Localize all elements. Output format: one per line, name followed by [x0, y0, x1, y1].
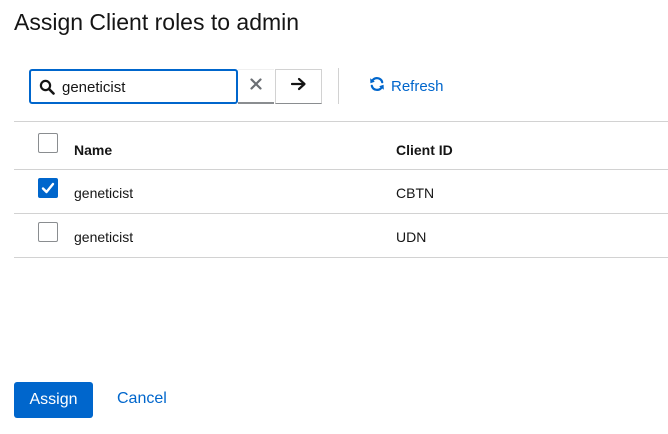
- search-input[interactable]: [62, 77, 232, 97]
- cancel-button[interactable]: Cancel: [117, 390, 167, 408]
- row-client-id: UDN: [396, 229, 427, 245]
- refresh-icon: [369, 76, 385, 96]
- search-icon: [39, 79, 55, 95]
- table-row: geneticist CBTN: [14, 169, 668, 213]
- assign-button[interactable]: Assign: [14, 382, 93, 418]
- column-header-name: Name: [74, 142, 113, 158]
- search-box[interactable]: [29, 69, 238, 104]
- row-checkbox[interactable]: [38, 222, 58, 242]
- search-group: [29, 69, 322, 104]
- refresh-button[interactable]: Refresh: [369, 76, 444, 96]
- clear-search-button[interactable]: [238, 69, 274, 104]
- row-name: geneticist: [74, 185, 134, 201]
- close-icon: [250, 77, 262, 95]
- refresh-label: Refresh: [391, 77, 444, 95]
- row-name: geneticist: [74, 229, 134, 245]
- checkmark-icon: [41, 182, 55, 194]
- modal-title: Assign Client roles to admin: [14, 9, 300, 35]
- column-header-client-id: Client ID: [396, 142, 453, 158]
- assign-roles-modal: Assign Client roles to admin geneticist …: [0, 0, 668, 434]
- search-submit-button[interactable]: [275, 69, 322, 104]
- table-bottom-divider: [14, 257, 668, 258]
- arrow-right-icon: [290, 77, 307, 96]
- table-header-row: Name Client ID: [14, 121, 668, 169]
- toolbar-divider: [338, 68, 339, 104]
- table-row: geneticist UDN: [14, 213, 668, 257]
- select-all-checkbox[interactable]: [38, 133, 58, 153]
- row-client-id: CBTN: [396, 185, 435, 201]
- row-checkbox[interactable]: [38, 178, 58, 198]
